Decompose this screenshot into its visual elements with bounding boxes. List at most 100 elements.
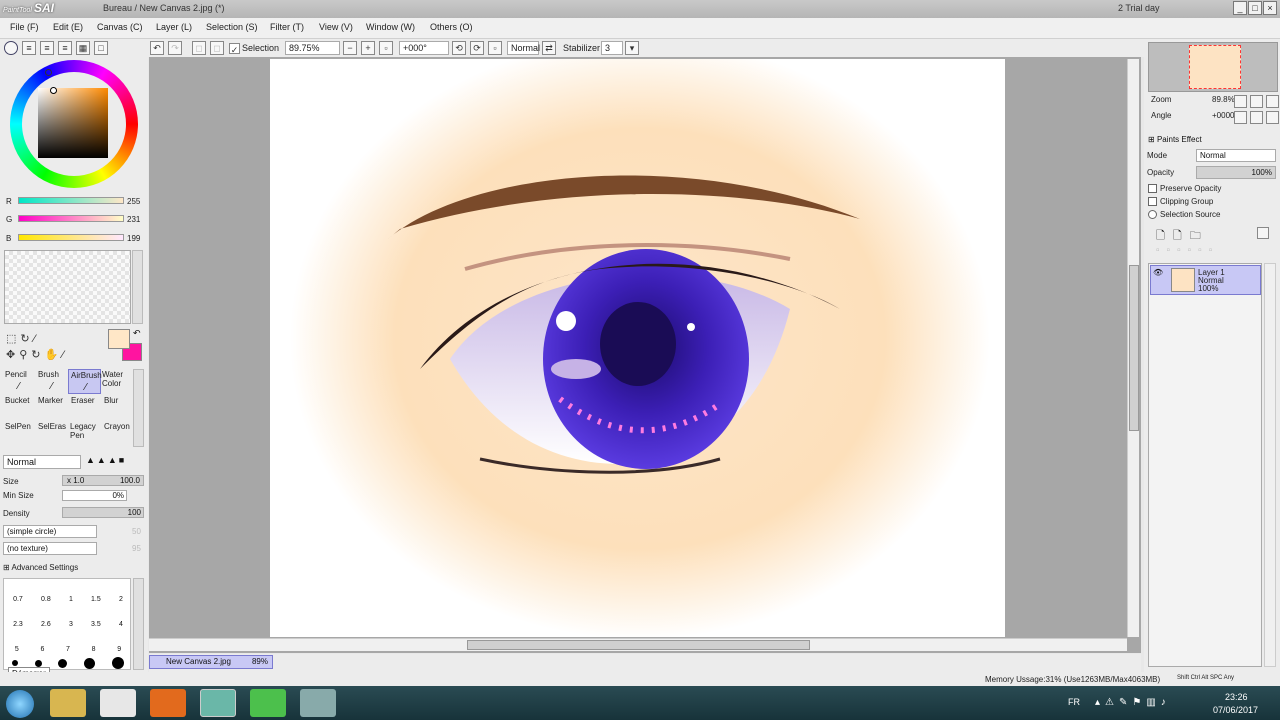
min-size-slider[interactable]: 0%	[62, 490, 127, 501]
advanced-settings-toggle[interactable]: ⊞ Advanced Settings	[3, 563, 78, 572]
minimize-button[interactable]: _	[1233, 1, 1247, 15]
menu-window[interactable]: Window (W)	[366, 22, 415, 32]
menu-others[interactable]: Others (O)	[430, 22, 473, 32]
rgb-slider-toggle-icon[interactable]: ≡	[22, 41, 36, 55]
rotate-left-icon[interactable]: ⟲	[452, 41, 466, 55]
menu-view[interactable]: View (V)	[319, 22, 353, 32]
new-layer-icons[interactable]: 🗋🗋🗀	[1156, 227, 1209, 246]
brush-edge-buttons[interactable]: ▲▲▲■	[86, 455, 144, 469]
rotate-reset-icon[interactable]: ▫	[488, 41, 502, 55]
invert-selection-icon[interactable]: ◻	[210, 41, 224, 55]
canvas-vertical-scrollbar[interactable]	[1127, 59, 1139, 637]
tool-bucket[interactable]: Bucket	[2, 395, 35, 420]
selection-tools-icon[interactable]: ⬚↻⁄	[6, 333, 39, 345]
tool-crayon[interactable]: Crayon	[101, 421, 134, 446]
hsv-slider-toggle-icon[interactable]: ≡	[40, 41, 54, 55]
brush-size-presets[interactable]: 0.7 0.8 1 1.5 2 2.3 2.6 3 3.5 4 56789	[3, 578, 131, 670]
clock-date[interactable]: 07/06/2017	[1213, 705, 1258, 715]
paint-icon[interactable]	[300, 689, 336, 717]
maximize-button[interactable]: □	[1248, 1, 1262, 15]
move-zoom-tools-icon[interactable]: ✥⚲↻✋⁄	[6, 349, 68, 361]
menu-filter[interactable]: Filter (T)	[270, 22, 304, 32]
selection-source-radio[interactable]	[1148, 210, 1157, 219]
media-player-icon[interactable]	[100, 689, 136, 717]
r-slider[interactable]	[18, 197, 124, 204]
scratchpad[interactable]	[4, 250, 131, 324]
tool-watercolor[interactable]: Water Color	[101, 369, 134, 394]
layer-mode-select[interactable]: Normal	[1196, 149, 1276, 162]
layer-panel-menu-icon[interactable]	[1257, 227, 1269, 239]
menu-selection[interactable]: Selection (S)	[206, 22, 258, 32]
layer-visibility-icon[interactable]: 👁	[1153, 268, 1163, 277]
language-indicator[interactable]: FR	[1068, 697, 1080, 707]
undo-icon[interactable]: ↶	[150, 41, 164, 55]
tool-eraser[interactable]: Eraser	[68, 395, 101, 420]
selection-checkbox[interactable]: ✓	[229, 43, 240, 55]
density-slider[interactable]: 100	[62, 507, 144, 518]
nav-rotate-left-icon[interactable]	[1234, 111, 1247, 124]
stabilizer-dropdown-icon[interactable]: ▾	[625, 41, 639, 55]
tool-pencil[interactable]: Pencil ⁄	[2, 369, 35, 394]
nav-zoom-out-icon[interactable]	[1234, 95, 1247, 108]
rotate-right-icon[interactable]: ⟳	[470, 41, 484, 55]
g-slider[interactable]	[18, 215, 124, 222]
scratchpad-toggle-icon[interactable]: □	[94, 41, 108, 55]
nav-rotate-right-icon[interactable]	[1250, 111, 1263, 124]
blend-field[interactable]: Normal	[507, 41, 540, 55]
tool-legacy-pen[interactable]: Legacy Pen	[68, 421, 101, 446]
menu-layer[interactable]: Layer (L)	[156, 22, 192, 32]
tool-brush[interactable]: Brush ⁄	[35, 369, 68, 394]
layer-row[interactable]: 👁 Layer 1 Normal 100%	[1150, 265, 1261, 295]
primary-color-swatch[interactable]	[108, 329, 130, 349]
zoom-field[interactable]: 89.75%	[285, 41, 340, 55]
stabilizer-field[interactable]: 3	[601, 41, 623, 55]
tool-grid-scrollbar[interactable]	[133, 369, 144, 447]
brush-shape-select[interactable]: (simple circle)	[3, 525, 97, 538]
canvas-horizontal-thumb[interactable]	[467, 640, 810, 650]
zoom-reset-icon[interactable]: ▫	[379, 41, 393, 55]
saturation-value-square[interactable]	[38, 88, 108, 158]
paint-tool-sai-icon[interactable]	[200, 689, 236, 717]
preserve-opacity-checkbox[interactable]	[1148, 184, 1157, 193]
canvas-vertical-thumb[interactable]	[1129, 265, 1139, 431]
tool-marker[interactable]: Marker	[35, 395, 68, 420]
swap-colors-icon[interactable]: ↶	[133, 328, 141, 339]
scratchpad-scrollbar[interactable]	[132, 250, 143, 324]
nav-rotate-reset-icon[interactable]	[1266, 111, 1279, 124]
menu-file[interactable]: File (F)	[10, 22, 39, 32]
deselect-icon[interactable]: ◻	[192, 41, 206, 55]
tool-blur[interactable]: Blur	[101, 395, 134, 420]
menu-edit[interactable]: Edit (E)	[53, 22, 83, 32]
hue-picker-handle[interactable]	[45, 69, 52, 76]
tool-selpen[interactable]: SelPen	[2, 421, 35, 446]
color-wheel-toggle-icon[interactable]	[4, 41, 18, 55]
layer-action-icons[interactable]: ▫▫▫▫▫▫	[1156, 245, 1219, 256]
tray-icons[interactable]: ▴⚠✎⚑▥♪	[1095, 697, 1171, 708]
color-picker-handle[interactable]	[50, 87, 57, 94]
clipping-group-checkbox[interactable]	[1148, 197, 1157, 206]
firefox-icon[interactable]	[150, 689, 186, 717]
size-slider[interactable]: x 1.0 100.0	[62, 475, 144, 486]
layer-opacity-slider[interactable]: 100%	[1196, 166, 1276, 179]
angle-field[interactable]: +000°	[399, 41, 449, 55]
explorer-icon[interactable]	[50, 689, 86, 717]
canvas[interactable]	[270, 59, 1005, 637]
tool-seleras[interactable]: SelEras	[35, 421, 68, 446]
canvas-area[interactable]	[149, 57, 1141, 653]
camtasia-icon[interactable]	[250, 689, 286, 717]
zoom-out-icon[interactable]: −	[343, 41, 357, 55]
b-slider[interactable]	[18, 234, 124, 241]
navigator-viewport[interactable]	[1189, 45, 1241, 89]
nav-zoom-reset-icon[interactable]	[1266, 95, 1279, 108]
brush-mode-select[interactable]: Normal	[3, 455, 81, 469]
zoom-in-icon[interactable]: +	[361, 41, 375, 55]
menu-canvas[interactable]: Canvas (C)	[97, 22, 143, 32]
brush-presets-scrollbar[interactable]	[133, 578, 144, 670]
swatches-toggle-icon[interactable]: ≡	[58, 41, 72, 55]
redo-icon[interactable]: ↷	[168, 41, 182, 55]
nav-zoom-in-icon[interactable]	[1250, 95, 1263, 108]
tool-airbrush[interactable]: AirBrush ⁄	[68, 369, 102, 394]
navigator-preview[interactable]	[1148, 42, 1278, 92]
start-button[interactable]	[6, 690, 34, 718]
document-tab[interactable]: New Canvas 2.jpg 89%	[149, 655, 273, 669]
